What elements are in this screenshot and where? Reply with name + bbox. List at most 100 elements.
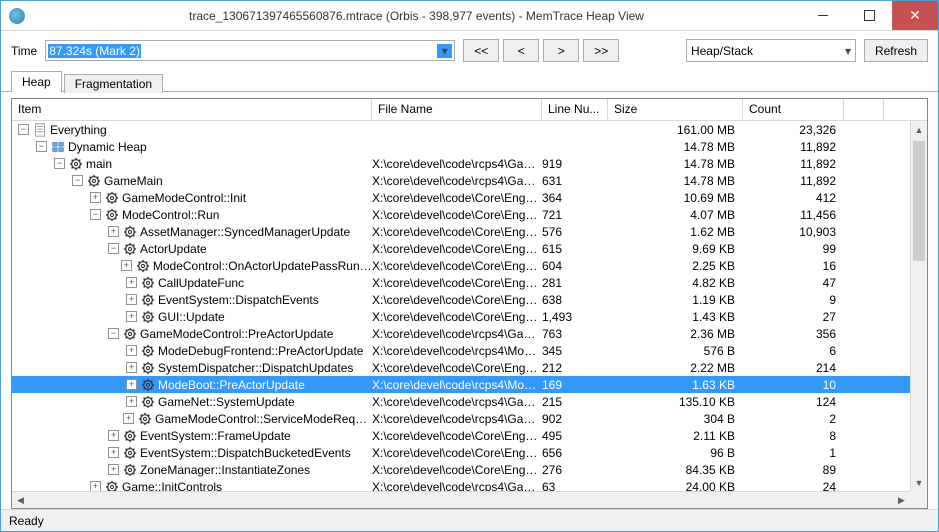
expand-toggle[interactable]: + [123,413,134,424]
gear-icon [69,157,83,171]
tree-row[interactable]: − ModeControl::Run X:\core\devel\code\Core… [12,206,910,223]
expand-toggle[interactable]: − [36,141,47,152]
tree-row[interactable]: +EventSystem::DispatchBucketedEventsX:\c… [12,444,910,461]
gear-icon [123,446,137,460]
row-label: ActorUpdate [140,242,207,256]
row-line: 281 [542,276,608,290]
row-size: 24.00 KB [608,480,743,492]
row-count: 9 [743,293,844,307]
tree-row[interactable]: +ZoneManager::InstantiateZonesX:\core\de… [12,461,910,478]
row-size: 9.69 KB [608,242,743,256]
expand-toggle[interactable]: − [108,243,119,254]
tree-row[interactable]: −Everything161.00 MB23,326 [12,121,910,138]
expand-toggle[interactable]: + [126,362,137,373]
tree-row[interactable]: −GameModeControl::PreActorUpdateX:\core\… [12,325,910,342]
heap-select[interactable]: Heap/Stack ▾ [686,39,856,62]
tree-row[interactable]: +CallUpdateFuncX:\core\devel\code\Core\E… [12,274,910,291]
scroll-down-icon[interactable]: ▼ [911,474,927,491]
scroll-up-icon[interactable]: ▲ [911,121,927,138]
expand-toggle[interactable]: + [126,311,137,322]
row-label: Everything [50,123,107,137]
time-value: 87.324s (Mark 2) [48,44,141,58]
expand-toggle[interactable]: + [108,430,119,441]
tab-heap[interactable]: Heap [11,71,62,92]
tree-row[interactable]: +GameModeControl::ServiceModeRequestX:\c… [12,410,910,427]
nav-next-button[interactable]: > [543,39,579,62]
col-item[interactable]: Item [12,99,372,120]
row-count: 11,892 [743,140,844,154]
row-size: 14.78 MB [608,157,743,171]
row-label: EventSystem::DispatchBucketedEvents [140,446,351,460]
tree-row[interactable]: −Dynamic Heap14.78 MB11,892 [12,138,910,155]
doc-icon [33,123,47,137]
expand-toggle[interactable]: − [18,124,29,135]
row-size: 10.69 MB [608,191,743,205]
row-file: X:\core\devel\code\Core\Engine... [372,293,542,307]
expand-toggle[interactable]: − [72,175,83,186]
scroll-right-icon[interactable]: ▶ [893,492,910,509]
tab-fragmentation[interactable]: Fragmentation [64,74,163,93]
col-size[interactable]: Size [608,99,743,120]
tree-row[interactable]: +GUI::UpdateX:\core\devel\code\Core\Engi… [12,308,910,325]
heap-icon [51,140,65,154]
row-count: 11,892 [743,174,844,188]
col-line[interactable]: Line Nu... [542,99,608,120]
close-button[interactable]: ✕ [892,1,938,30]
row-file: X:\core\devel\code\Core\Engine... [372,429,542,443]
horizontal-scrollbar[interactable]: ◀ ▶ [12,491,910,508]
expand-toggle[interactable]: + [108,447,119,458]
row-label: ModeControl::Run [122,208,219,222]
expand-toggle[interactable]: + [126,277,137,288]
row-file: X:\core\devel\code\Core\Engine... [372,225,542,239]
gear-icon [105,480,119,492]
expand-toggle[interactable]: + [90,192,101,203]
expand-toggle[interactable]: − [108,328,119,339]
expand-toggle[interactable]: − [54,158,65,169]
row-label: GameMain [104,174,163,188]
expand-toggle[interactable]: − [90,209,101,220]
row-count: 11,456 [743,208,844,222]
col-file[interactable]: File Name [372,99,542,120]
refresh-button[interactable]: Refresh [864,39,928,62]
row-label: AssetManager::SyncedManagerUpdate [140,225,350,239]
gear-icon [123,327,137,341]
nav-last-button[interactable]: >> [583,39,619,62]
tree-row[interactable]: −mainX:\core\devel\code\rcps4\Game...919… [12,155,910,172]
row-size: 2.22 MB [608,361,743,375]
time-label: Time [11,44,37,58]
expand-toggle[interactable]: + [121,260,132,271]
tree-row[interactable]: +EventSystem::DispatchEventsX:\core\deve… [12,291,910,308]
row-line: 276 [542,463,608,477]
tree-row[interactable]: −ActorUpdateX:\core\devel\code\Core\Engi… [12,240,910,257]
minimize-button[interactable] [800,1,846,30]
tree-row[interactable]: +SystemDispatcher::DispatchUpdatesX:\cor… [12,359,910,376]
nav-first-button[interactable]: << [463,39,499,62]
expand-toggle[interactable]: + [90,481,101,491]
tree-row[interactable]: +ModeControl::OnActorUpdatePassRunningX:… [12,257,910,274]
tree-row[interactable]: +Game::InitControlsX:\core\devel\code\rc… [12,478,910,491]
scroll-left-icon[interactable]: ◀ [12,492,29,509]
row-size: 4.82 KB [608,276,743,290]
time-select[interactable]: 87.324s (Mark 2) ▾ [45,40,455,61]
vertical-scrollbar[interactable]: ▲ ▼ [910,121,927,491]
tree-row[interactable]: +GameModeControl::InitX:\core\devel\code… [12,189,910,206]
maximize-button[interactable] [846,1,892,30]
tree-row[interactable]: + AssetManager::SyncedManagerUpdate X:\cor… [12,223,910,240]
row-file: X:\core\devel\code\Core\Engine... [372,208,542,222]
expand-toggle[interactable]: + [126,294,137,305]
tree-row[interactable]: +EventSystem::FrameUpdateX:\core\devel\c… [12,427,910,444]
expand-toggle[interactable]: + [126,396,137,407]
col-count[interactable]: Count [743,99,844,120]
row-line: 919 [542,157,608,171]
expand-toggle[interactable]: + [126,379,137,390]
tree-row[interactable]: +ModeDebugFrontend::PreActorUpdateX:\cor… [12,342,910,359]
expand-toggle[interactable]: + [126,345,137,356]
tree-row[interactable]: −GameMainX:\core\devel\code\rcps4\Game..… [12,172,910,189]
expand-toggle[interactable]: + [108,226,119,237]
tree-row[interactable]: +GameNet::SystemUpdateX:\core\devel\code… [12,393,910,410]
scroll-thumb[interactable] [913,141,925,261]
nav-prev-button[interactable]: < [503,39,539,62]
row-count: 10 [743,378,844,392]
expand-toggle[interactable]: + [108,464,119,475]
tree-row[interactable]: +ModeBoot::PreActorUpdateX:\core\devel\c… [12,376,910,393]
